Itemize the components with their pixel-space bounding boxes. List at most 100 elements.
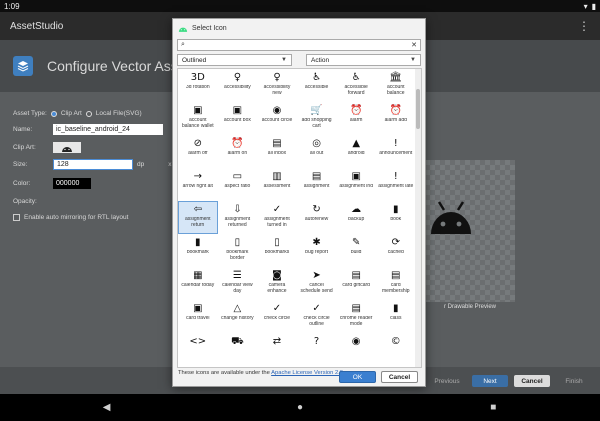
next-button[interactable]: Next: [472, 375, 508, 387]
icon-cell[interactable]: ♿ accessible: [297, 69, 337, 102]
previous-button[interactable]: Previous: [430, 375, 464, 387]
wallet-icon: ▣: [193, 105, 203, 116]
icon-cell[interactable]: ▤ assignment: [297, 168, 337, 201]
icon-cell[interactable]: <>: [178, 333, 218, 366]
icon-label: calendar view day: [222, 283, 253, 294]
icon-cell[interactable]: ◉: [336, 333, 376, 366]
icon-cell[interactable]: ◙ camera enhance: [257, 267, 297, 300]
icon-cell[interactable]: ▣ account balance wallet: [178, 102, 218, 135]
icon-cell[interactable]: ▣ card travel: [178, 300, 218, 333]
icon-cell[interactable]: △ change history: [218, 300, 258, 333]
clear-search-icon[interactable]: ✕: [411, 41, 417, 49]
alarm-on-icon: ⏰: [231, 138, 244, 149]
icon-label: change history: [221, 316, 254, 321]
icon-cell[interactable]: ! assignment late: [376, 168, 416, 201]
icon-cell[interactable]: ▤ chrome reader mode: [336, 300, 376, 333]
icon-label: class: [390, 316, 402, 321]
icon-cell[interactable]: ➤ cancel schedule send: [297, 267, 337, 300]
icon-cell[interactable]: ⇄: [257, 333, 297, 366]
icon-cell[interactable]: ▣ assignment ind: [336, 168, 376, 201]
calendar-today-icon: ▦: [193, 270, 203, 281]
icon-cell[interactable]: ⏰ alarm on: [218, 135, 258, 168]
icon-cell[interactable]: ⏰ alarm: [336, 102, 376, 135]
clip-art-radio[interactable]: [50, 110, 57, 117]
icon-label: alarm on: [227, 151, 248, 156]
icon-cell[interactable]: ! announcement: [376, 135, 416, 168]
icon-grid-scrollbar[interactable]: [415, 69, 421, 367]
icon-cell[interactable]: ✎ build: [336, 234, 376, 267]
name-field[interactable]: ic_baseline_android_24: [53, 124, 163, 135]
icon-cell[interactable]: ▭ aspect ratio: [218, 168, 258, 201]
local-file-radio[interactable]: [85, 110, 92, 117]
icon-cell[interactable]: ↻ autorenew: [297, 201, 337, 234]
icon-label: android: [347, 151, 365, 156]
footer-cancel-button[interactable]: Cancel: [514, 375, 550, 387]
bookmark-border-icon: ▯: [234, 237, 241, 248]
icon-cell[interactable]: ⊘ alarm off: [178, 135, 218, 168]
icon-cell[interactable]: ✓ assignment turned in: [257, 201, 297, 234]
icon-cell[interactable]: ⇦ assignment return: [178, 201, 218, 234]
alarm-add-icon: ⏰: [389, 105, 402, 116]
color-swatch[interactable]: 000000: [53, 178, 91, 189]
clip-art-button[interactable]: [53, 142, 81, 153]
cancel-button[interactable]: Cancel: [381, 371, 418, 383]
icon-cell[interactable]: ◎ all out: [297, 135, 337, 168]
back-icon[interactable]: ◀: [97, 402, 117, 413]
finish-button[interactable]: Finish: [558, 375, 590, 387]
icon-grid-container: 3D 3d rotation ♀ accessibility ♀ accessibilit…: [177, 68, 422, 368]
icon-cell[interactable]: ▮ bookmark: [178, 234, 218, 267]
icon-cell[interactable]: 🏛 account balance: [376, 69, 416, 102]
icon-cell[interactable]: ©: [376, 333, 416, 366]
ok-button[interactable]: OK: [339, 371, 376, 383]
icon-cell[interactable]: 🛒 add shopping cart: [297, 102, 337, 135]
commute-icon: ⛟: [231, 336, 244, 347]
icon-search-box: ⌕ ✕: [177, 39, 421, 51]
auto-mirror-checkbox[interactable]: [13, 214, 20, 221]
icon-cell[interactable]: ▤ all inbox: [257, 135, 297, 168]
icon-cell[interactable]: ▦ calendar today: [178, 267, 218, 300]
icon-cell[interactable]: ⇩ assignment returned: [218, 201, 258, 234]
category-select[interactable]: Action ▼: [306, 54, 421, 66]
icon-cell[interactable]: ▤ card membership: [376, 267, 416, 300]
android-preview-icon: [431, 201, 471, 234]
icon-cell[interactable]: ▲ android: [336, 135, 376, 168]
icon-cell[interactable]: ♀ accessibility new: [257, 69, 297, 102]
icon-cell[interactable]: ✱ bug report: [297, 234, 337, 267]
icon-cell[interactable]: ▥ assessment: [257, 168, 297, 201]
icon-cell[interactable]: → arrow right alt: [178, 168, 218, 201]
icon-cell[interactable]: ♿ accessible forward: [336, 69, 376, 102]
icon-cell[interactable]: ?: [297, 333, 337, 366]
overflow-menu-icon[interactable]: ⋮: [578, 19, 590, 33]
scrollbar-thumb[interactable]: [416, 89, 420, 129]
icon-cell[interactable]: ☰ calendar view day: [218, 267, 258, 300]
dialog-title: Select Icon: [192, 24, 227, 32]
home-icon[interactable]: ●: [290, 402, 310, 413]
size-field[interactable]: 128: [53, 159, 133, 170]
icon-cell[interactable]: ▮ book: [376, 201, 416, 234]
icon-label: assignment returned: [224, 217, 251, 228]
icon-cell[interactable]: ▮ class: [376, 300, 416, 333]
icon-cell[interactable]: ⟳ cached: [376, 234, 416, 267]
icon-cell[interactable]: ⏰ alarm add: [376, 102, 416, 135]
recents-icon[interactable]: ■: [483, 402, 503, 413]
camera-enhance-icon: ◙: [272, 270, 282, 281]
style-select[interactable]: Outlined ▼: [177, 54, 292, 66]
icon-search-input[interactable]: [184, 40, 412, 50]
icon-cell[interactable]: ✓ check circle: [257, 300, 297, 333]
icon-cell[interactable]: ▯ bookmarks: [257, 234, 297, 267]
icon-label: account box: [223, 118, 251, 123]
icon-cell[interactable]: ▯ bookmark border: [218, 234, 258, 267]
icon-cell[interactable]: ✓ check circle outline: [297, 300, 337, 333]
icon-label: accessibility: [224, 85, 251, 90]
icon-cell[interactable]: ⛟: [218, 333, 258, 366]
chrome-reader-mode-icon: ▤: [351, 303, 361, 314]
icon-cell[interactable]: 3D 3d rotation: [178, 69, 218, 102]
icon-cell[interactable]: ▣ account box: [218, 102, 258, 135]
icon-cell[interactable]: ☁ backup: [336, 201, 376, 234]
size-unit: dp: [137, 161, 145, 168]
license-link[interactable]: Apache License Version 2.0: [271, 370, 343, 376]
icon-label: assignment return: [185, 217, 211, 228]
icon-cell[interactable]: ◉ account circle: [257, 102, 297, 135]
icon-cell[interactable]: ♀ accessibility: [218, 69, 258, 102]
icon-cell[interactable]: ▤ card giftcard: [336, 267, 376, 300]
